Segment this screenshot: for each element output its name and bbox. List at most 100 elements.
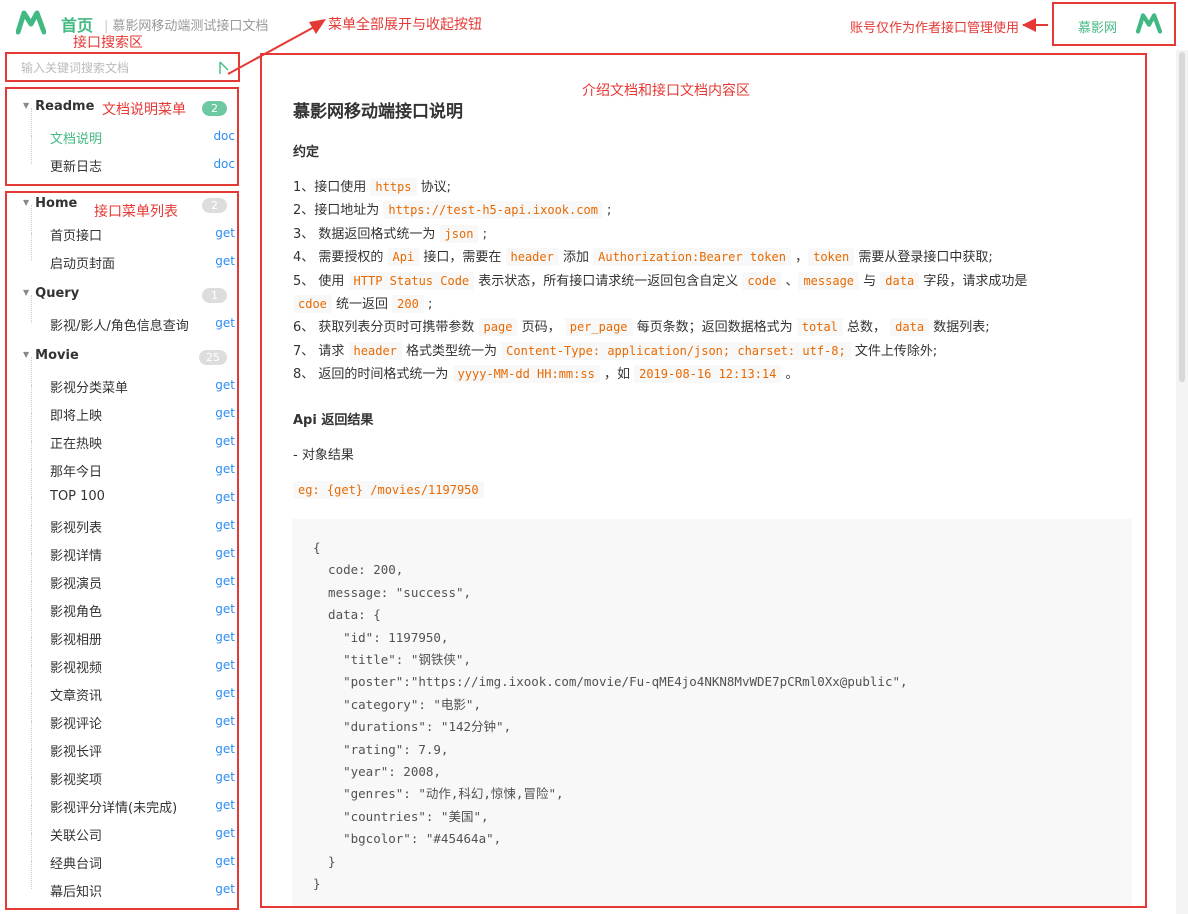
sidebar-item[interactable]: 影视列表 get <box>31 497 237 539</box>
method-tag: doc <box>213 157 235 171</box>
menu-toggle-icon[interactable] <box>219 61 229 75</box>
annotation-toggle-button: 菜单全部展开与收起按钮 <box>328 17 482 33</box>
tree-line <box>31 108 32 136</box>
sidebar-item[interactable]: 影视角色 get <box>31 581 237 623</box>
inline-code: page <box>478 318 518 337</box>
menu-group-readme[interactable]: ▼ Readme <box>23 99 94 114</box>
code-line: "title": "钢铁侠", <box>313 652 471 668</box>
tree-line <box>31 497 32 525</box>
sidebar-item[interactable]: 关联公司 get <box>31 805 237 847</box>
sidebar-item[interactable]: 影视详情 get <box>31 525 237 567</box>
sidebar-item[interactable]: 影视视频 get <box>31 637 237 679</box>
sidebar-item-label: 关联公司 <box>50 829 103 844</box>
rule-text: 2、接口地址为 <box>293 203 384 219</box>
sidebar-item[interactable]: 影视评论 get <box>31 693 237 735</box>
inline-code: 2019-08-16 12:13:14 <box>634 365 782 384</box>
code-line: code: 200, <box>313 562 404 578</box>
sidebar-item-label: 那年今日 <box>50 465 103 480</box>
sidebar-item[interactable]: 幕后知识 get <box>31 861 237 903</box>
code-line: "poster":"https://img.ixook.com/movie/Fu… <box>313 674 908 690</box>
method-tag: get <box>215 854 235 868</box>
menu-group-title: Query <box>35 286 80 301</box>
sidebar-item-label: 即将上映 <box>50 409 103 424</box>
rule-text: 与 <box>859 273 881 289</box>
annotation-search-area: 接口搜索区 <box>73 35 143 51</box>
inline-code: data <box>880 271 920 290</box>
rule-line: 6、 获取列表分页时可携带参数 page 页码， per_page 每页条数；返… <box>293 316 990 337</box>
code-line: } <box>313 876 321 892</box>
inline-code: header <box>348 341 402 360</box>
rule-text: 协议; <box>416 180 452 195</box>
tree-line <box>31 233 32 261</box>
sidebar-item-label: 影视/影人/角色信息查询 <box>50 319 189 334</box>
sidebar-item[interactable]: 启动页封面 get <box>31 233 237 275</box>
scrollbar[interactable] <box>1176 50 1188 914</box>
logo-icon[interactable] <box>16 9 46 35</box>
sidebar-item[interactable]: 经典台词 get <box>31 833 237 875</box>
rule-text: ， <box>790 250 809 266</box>
brand-logo-icon[interactable] <box>1136 12 1162 34</box>
code-line: message: "success", <box>313 584 472 600</box>
sidebar-item[interactable]: 影视评分详情(未完成) get <box>31 777 237 819</box>
method-tag: get <box>215 226 235 240</box>
sidebar-item[interactable]: 文档说明 doc <box>31 108 237 150</box>
code-line: "countries": "美国", <box>313 808 489 824</box>
sidebar-item[interactable]: 那年今日 get <box>31 441 237 483</box>
code-line: { <box>313 540 321 555</box>
scrollbar-thumb[interactable] <box>1179 52 1185 382</box>
sidebar-item[interactable]: 影视奖项 get <box>31 749 237 791</box>
rule-line: cdoe 统一返回 200 ; <box>293 293 433 313</box>
code-block: { code: 200, message: "success", data: {… <box>292 519 1132 906</box>
tree-line <box>31 805 32 833</box>
sidebar-item-label: 影视长评 <box>50 745 103 760</box>
sidebar-item[interactable]: 文章资讯 get <box>31 665 237 707</box>
inline-code: per_page <box>564 318 633 337</box>
method-tag: get <box>215 462 235 476</box>
tree-line <box>31 833 32 861</box>
tree-line <box>31 581 32 609</box>
sidebar-item[interactable]: 影视/影人/角色信息查询 get <box>31 295 237 337</box>
code-line: "category": "电影", <box>313 696 481 712</box>
method-tag: get <box>215 602 235 616</box>
sidebar-item-label: 启动页封面 <box>50 257 116 272</box>
inline-code: token <box>808 248 855 267</box>
sidebar-item-label: 影视列表 <box>50 521 103 536</box>
sidebar-item[interactable]: 影视长评 get <box>31 721 237 763</box>
brand-name-link[interactable]: 慕影网 <box>1078 17 1117 36</box>
rule-line: 1、接口使用 https 协议; <box>293 176 452 196</box>
rule-text: 总数， <box>842 320 891 336</box>
sidebar-item-label: 影视详情 <box>50 549 103 564</box>
rule-line: 2、接口地址为 https://test-h5-api.ixook.com ; <box>293 199 611 220</box>
method-tag: get <box>215 254 235 268</box>
method-tag: get <box>215 518 235 532</box>
sidebar-item-label: 经典台词 <box>50 857 103 872</box>
sidebar-item-label: 更新日志 <box>50 160 103 175</box>
code-line: "rating": 7.9, <box>313 741 449 757</box>
inline-code: 200 <box>392 295 424 313</box>
brand-area: 慕影网 <box>1052 2 1176 46</box>
rule-text: ; <box>423 297 433 312</box>
rule-line: 7、 请求 header 格式类型统一为 Content-Type: appli… <box>293 340 937 360</box>
rule-text: 7、 请求 <box>293 343 349 359</box>
sidebar-item[interactable]: 首页接口 get <box>31 205 237 247</box>
sidebar-item[interactable]: 影视演员 get <box>31 553 237 595</box>
code-line: } <box>313 853 336 869</box>
rule-text: 。 <box>781 367 799 383</box>
sidebar-item[interactable]: 正在热映 get <box>31 413 237 455</box>
method-tag: get <box>215 798 235 812</box>
sidebar-item[interactable]: 更新日志 doc <box>31 136 237 178</box>
inline-code: yyyy-MM-dd HH:mm:ss <box>452 365 600 384</box>
object-result-label: - 对象结果 <box>293 448 354 463</box>
rule-line: 5、 使用 HTTP Status Code 表示状态，所有接口请求统一返回包含… <box>293 270 1027 290</box>
sidebar-item[interactable]: 影视分类菜单 get <box>31 357 237 399</box>
inline-code: Authorization:Bearer token <box>593 248 791 267</box>
rule-text: 数据列表; <box>929 320 990 336</box>
method-tag: get <box>215 686 235 700</box>
sidebar-item[interactable]: TOP 100 get <box>31 469 237 511</box>
sidebar-item[interactable]: 即将上映 get <box>31 385 237 427</box>
search-input[interactable] <box>11 57 211 79</box>
sidebar-item[interactable]: 影视相册 get <box>31 609 237 651</box>
inline-code: data <box>890 318 930 337</box>
tree-line <box>31 525 32 553</box>
sidebar-item-label: 正在热映 <box>50 437 103 452</box>
